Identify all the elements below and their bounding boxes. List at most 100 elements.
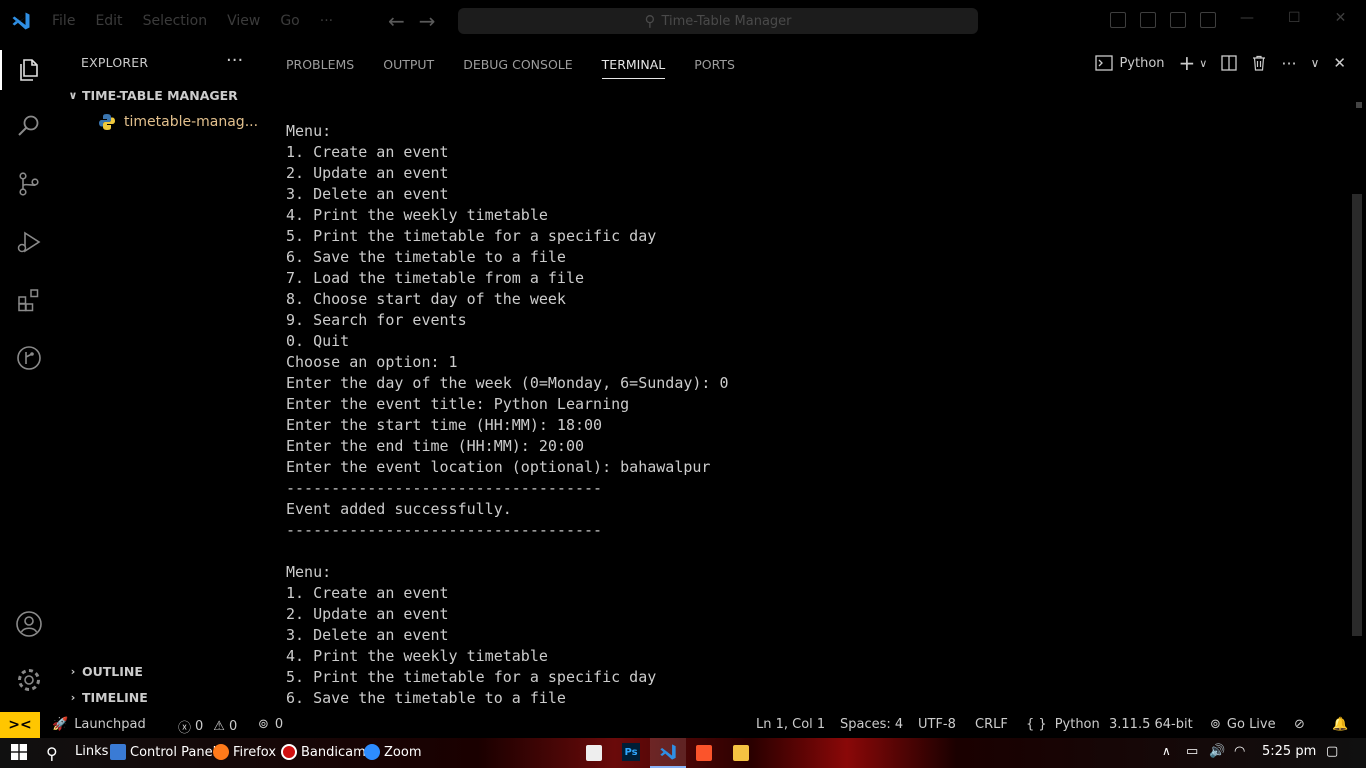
terminal-output[interactable]: Menu: 1. Create an event 2. Update an even… (286, 121, 729, 709)
photoshop-app-icon[interactable]: Ps (622, 743, 640, 761)
file-item-timetable-manager[interactable]: timetable-manag... (98, 113, 258, 131)
git-graph-activity[interactable] (0, 330, 58, 386)
toggle-secondary-sidebar-icon[interactable] (1170, 12, 1186, 28)
menu-go[interactable]: Go (270, 13, 309, 29)
panel-tabs: PROBLEMS OUTPUT DEBUG CONSOLE TERMINAL P… (268, 42, 746, 86)
back-arrow-icon[interactable]: ← (388, 9, 405, 33)
command-center[interactable]: ⚲ Time-Table Manager (458, 8, 978, 34)
menu-file[interactable]: File (42, 13, 85, 29)
python-interpreter[interactable]: 3.11.5 64-bit (1109, 717, 1193, 732)
terminal-profile-label: Python (1119, 55, 1165, 71)
volume-icon[interactable]: 🔊 (1209, 744, 1225, 759)
extensions-activity[interactable] (0, 272, 58, 328)
cursor-position[interactable]: Ln 1, Col 1 (756, 717, 825, 732)
workspace-folder[interactable]: ∨ TIME-TABLE MANAGER (64, 88, 238, 103)
tab-problems[interactable]: PROBLEMS (286, 49, 354, 79)
terminal-scrollbar[interactable] (1352, 194, 1362, 636)
menu-view[interactable]: View (217, 13, 270, 29)
close-panel-icon[interactable]: ✕ (1333, 54, 1346, 72)
menu-more[interactable]: ··· (310, 13, 343, 29)
search-activity[interactable] (0, 98, 58, 154)
firefox-link[interactable]: Firefox (213, 744, 276, 760)
terminal-line: Menu: (286, 122, 332, 140)
file-explorer-app-icon[interactable] (733, 745, 749, 761)
terminal-line: Event added successfully. (286, 500, 512, 518)
chevron-down-icon: ∨ (68, 89, 78, 102)
vscode-app-icon[interactable] (650, 738, 686, 768)
terminal-line: 6. Save the timetable to a file (286, 689, 566, 707)
language-mode[interactable]: { } Python (1026, 717, 1100, 732)
copilot-icon[interactable]: ⊘ (1294, 717, 1305, 732)
explorer-more-icon[interactable]: ··· (226, 50, 243, 71)
terminal-profile[interactable]: Python (1095, 55, 1165, 71)
status-bar: >< 🚀 Launchpad ⓧ 0 ⚠ 0 ⊚ 0 Ln 1, Col 1 S… (0, 712, 1366, 738)
explorer-activity[interactable] (0, 42, 58, 98)
toggle-primary-sidebar-icon[interactable] (1110, 12, 1126, 28)
zoom-label: Zoom (384, 744, 422, 760)
customize-layout-icon[interactable] (1200, 12, 1216, 28)
remote-indicator[interactable]: >< (0, 712, 40, 738)
layout-controls (1110, 12, 1216, 28)
encoding[interactable]: UTF-8 (918, 717, 956, 732)
source-control-activity[interactable] (0, 156, 58, 212)
launchpad-item[interactable]: 🚀 Launchpad (52, 717, 146, 732)
control-panel-link[interactable]: Control Panel (110, 744, 216, 760)
terminal-line: 7. Load the timetable from a file (286, 269, 585, 287)
more-actions-icon[interactable]: ··· (1281, 54, 1296, 73)
clock[interactable]: 5:25 pm (1262, 744, 1316, 759)
control-panel-icon (110, 744, 126, 760)
new-terminal-icon[interactable]: + (1179, 51, 1196, 75)
error-icon: ⓧ (178, 721, 192, 736)
outline-label: OUTLINE (82, 664, 143, 679)
notifications-icon[interactable]: ▢ (1326, 744, 1338, 759)
tab-ports[interactable]: PORTS (694, 49, 735, 79)
extensions-icon (18, 289, 39, 312)
title-bar: File Edit Selection View Go ··· ← → ⚲ Ti… (0, 0, 1366, 42)
bell-icon[interactable]: 🔔 (1332, 717, 1348, 732)
terminal-line: ----------------------------------- (286, 479, 603, 497)
tab-terminal[interactable]: TERMINAL (601, 49, 666, 79)
firefox-icon (213, 744, 229, 760)
tab-output[interactable]: OUTPUT (383, 49, 434, 79)
battery-icon[interactable]: ▭ (1186, 744, 1198, 759)
workspace-folder-label: TIME-TABLE MANAGER (82, 88, 238, 103)
window-controls: — ☐ ✕ (1240, 10, 1346, 26)
ports-item[interactable]: ⊚ 0 (258, 717, 283, 732)
terminal-line: Enter the end time (HH:MM): 20:00 (286, 437, 585, 455)
run-debug-activity[interactable] (0, 214, 58, 270)
minimize-icon[interactable]: — (1240, 10, 1254, 26)
capcut-app-icon[interactable] (586, 745, 602, 761)
go-live-button[interactable]: ⊚ Go Live (1210, 717, 1276, 732)
forward-arrow-icon[interactable]: → (419, 9, 436, 33)
brave-app-icon[interactable] (696, 745, 712, 761)
chevron-down-icon[interactable]: ∨ (1199, 57, 1207, 70)
problems-item[interactable]: ⓧ 0 ⚠ 0 (178, 717, 237, 736)
start-button[interactable] (11, 744, 27, 760)
timeline-section[interactable]: › TIMELINE (64, 690, 148, 705)
split-terminal-icon[interactable] (1221, 55, 1238, 71)
bandicam-icon (281, 744, 297, 760)
toggle-panel-icon[interactable] (1140, 12, 1156, 28)
maximize-icon[interactable]: ☐ (1288, 10, 1301, 26)
menu-selection[interactable]: Selection (133, 13, 218, 29)
zoom-link[interactable]: Zoom (364, 744, 421, 760)
command-center-label: Time-Table Manager (661, 13, 792, 29)
wifi-icon[interactable]: ◠ (1234, 744, 1245, 759)
line-ending[interactable]: CRLF (975, 717, 1008, 732)
maximize-panel-icon[interactable]: ∨ (1311, 56, 1320, 70)
tab-debug-console[interactable]: DEBUG CONSOLE (463, 49, 572, 79)
accounts-activity[interactable] (0, 596, 58, 652)
bandicam-link[interactable]: Bandicam (281, 744, 366, 760)
terminal-line: 3. Delete an event (286, 185, 449, 203)
close-window-icon[interactable]: ✕ (1335, 10, 1347, 26)
links-toolbar[interactable]: Links (75, 744, 108, 759)
trash-icon[interactable] (1251, 55, 1267, 71)
terminal-line: 2. Update an event (286, 605, 449, 623)
manage-activity[interactable] (0, 652, 58, 708)
chevron-up-icon[interactable]: ∧ (1162, 744, 1171, 758)
indentation[interactable]: Spaces: 4 (840, 717, 903, 732)
outline-section[interactable]: › OUTLINE (64, 664, 143, 679)
search-icon[interactable]: ⚲ (46, 744, 58, 763)
menu-edit[interactable]: Edit (85, 13, 132, 29)
